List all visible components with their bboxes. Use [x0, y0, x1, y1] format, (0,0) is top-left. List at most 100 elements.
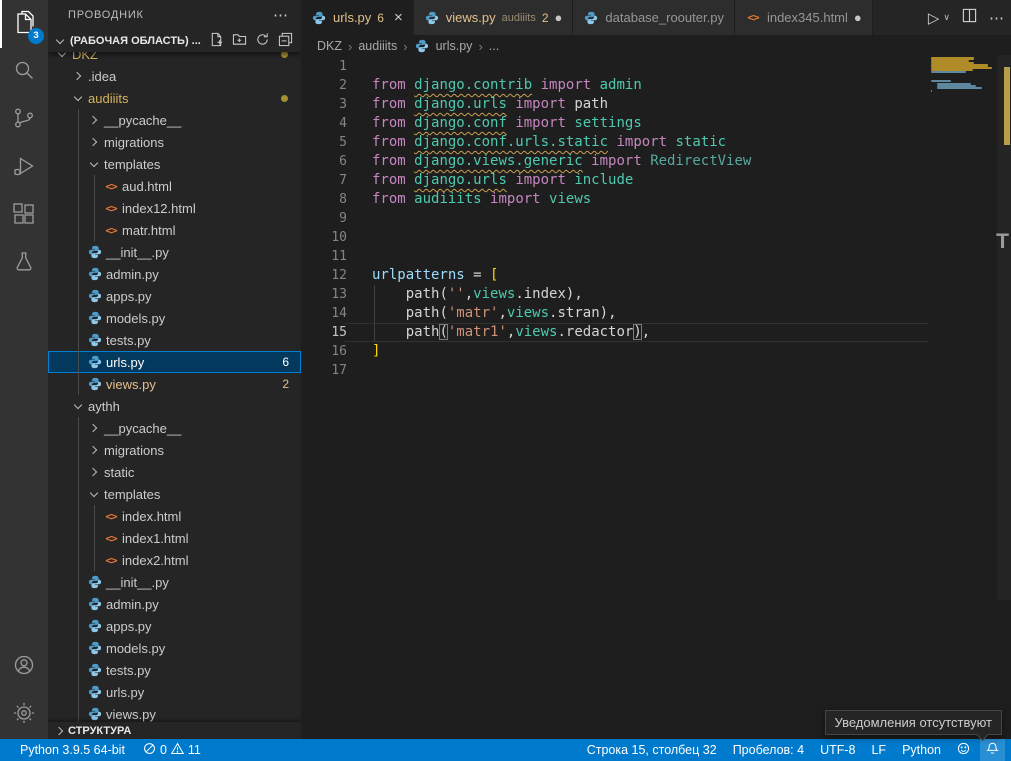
- code-line[interactable]: 7from django.urls import include: [301, 171, 919, 190]
- tree-item-label: views.py: [106, 707, 156, 722]
- explorer-more-actions-icon[interactable]: ⋯: [273, 6, 289, 24]
- tab-label: index345.html: [767, 10, 848, 25]
- tree-item-index2-html[interactable]: <>index2.html: [48, 549, 301, 571]
- code-line[interactable]: 1: [301, 57, 919, 76]
- activity-account[interactable]: [0, 643, 48, 691]
- code-line[interactable]: 11: [301, 247, 919, 266]
- new-folder-icon[interactable]: [232, 32, 247, 50]
- more-actions-icon[interactable]: ⋯: [989, 9, 1005, 27]
- eol-status[interactable]: LF: [865, 739, 892, 761]
- tree-item-pycache[interactable]: __pycache__: [48, 417, 301, 439]
- refresh-icon[interactable]: [255, 32, 270, 50]
- activity-settings[interactable]: [0, 691, 48, 739]
- code-line[interactable]: 16]: [301, 342, 919, 361]
- workspace-section-header[interactable]: (РАБОЧАЯ ОБЛАСТЬ) ...: [48, 30, 301, 52]
- tree-item-models-py[interactable]: models.py: [48, 307, 301, 329]
- code-line[interactable]: 17: [301, 361, 919, 380]
- tree-item-views-py[interactable]: views.py: [48, 703, 301, 722]
- tree-item-index-html[interactable]: <>index.html: [48, 505, 301, 527]
- problems-status[interactable]: 0 11: [137, 739, 207, 761]
- chevron-down-icon: [70, 398, 86, 414]
- tab-urls-py[interactable]: urls.py 6 ×: [301, 0, 414, 35]
- new-file-icon[interactable]: [209, 32, 224, 50]
- tree-item-audiiits[interactable]: audiiits: [48, 87, 301, 109]
- tree-item-admin-py[interactable]: admin.py: [48, 263, 301, 285]
- activity-testing[interactable]: [0, 240, 48, 288]
- tree-item-templates[interactable]: templates: [48, 153, 301, 175]
- activity-source-control[interactable]: [0, 96, 48, 144]
- code-editor[interactable]: 12from django.contrib import admin3from …: [301, 57, 919, 739]
- explorer-badge: 3: [28, 28, 44, 44]
- tree-item-init-py[interactable]: __init__.py: [48, 571, 301, 593]
- code-line[interactable]: 3from django.urls import path: [301, 95, 919, 114]
- code-line[interactable]: 14 path('matr',views.stran),: [301, 304, 919, 323]
- indentation-status[interactable]: Пробелов: 4: [727, 739, 810, 761]
- tree-item-admin-py[interactable]: admin.py: [48, 593, 301, 615]
- run-python-file-icon[interactable]: ▷: [928, 9, 940, 27]
- code-line[interactable]: 6from django.views.generic import Redire…: [301, 152, 919, 171]
- activity-run-debug[interactable]: [0, 144, 48, 192]
- tree-item-aud-html[interactable]: <>aud.html: [48, 175, 301, 197]
- tree-item-static[interactable]: static: [48, 461, 301, 483]
- code-line[interactable]: 4from django.conf import settings: [301, 114, 919, 133]
- tree-item-aythh[interactable]: aythh: [48, 395, 301, 417]
- outline-section-header[interactable]: СТРУКТУРА: [48, 722, 301, 739]
- code-line[interactable]: 2from django.contrib import admin: [301, 76, 919, 95]
- tree-item-label: matr.html: [122, 223, 175, 238]
- tree-item-templates[interactable]: templates: [48, 483, 301, 505]
- code-line[interactable]: 13 path('',views.index),: [301, 285, 919, 304]
- dirty-dot-icon[interactable]: ●: [854, 10, 862, 25]
- language-mode-status[interactable]: Python: [896, 739, 947, 761]
- tree-indent-guide: [94, 505, 95, 571]
- cursor-position-status[interactable]: Строка 15, столбец 32: [581, 739, 723, 761]
- warning-icon: [171, 742, 184, 758]
- tree-item-urls-py[interactable]: urls.py: [48, 681, 301, 703]
- code-line[interactable]: 5from django.conf.urls.static import sta…: [301, 133, 919, 152]
- tree-item-tests-py[interactable]: tests.py: [48, 659, 301, 681]
- code-line[interactable]: 15 path('matr1',views.redactor),: [301, 323, 919, 342]
- tree-item-models-py[interactable]: models.py: [48, 637, 301, 659]
- tree-item-matr-html[interactable]: <>matr.html: [48, 219, 301, 241]
- feedback-status[interactable]: [951, 739, 976, 761]
- activity-search[interactable]: [0, 48, 48, 96]
- tree-item-label: apps.py: [106, 289, 152, 304]
- breadcrumb-item[interactable]: audiiits: [358, 39, 397, 53]
- dirty-dot-icon[interactable]: ●: [555, 10, 563, 25]
- tree-item-index1-html[interactable]: <>index1.html: [48, 527, 301, 549]
- split-editor-icon[interactable]: [962, 8, 977, 28]
- tree-item-tests-py[interactable]: tests.py: [48, 329, 301, 351]
- code-line[interactable]: 10: [301, 228, 919, 247]
- close-icon[interactable]: ×: [394, 9, 403, 26]
- tree-item-urls-py[interactable]: urls.py6: [48, 351, 301, 373]
- minimap[interactable]: [929, 55, 997, 125]
- tree-item-label: tests.py: [106, 663, 151, 678]
- run-dropdown-icon[interactable]: ∨: [943, 12, 950, 23]
- tab-database-roouter-py[interactable]: database_roouter.py: [573, 0, 735, 35]
- breadcrumb-item[interactable]: ...: [489, 39, 499, 53]
- tree-item-pycache[interactable]: __pycache__: [48, 109, 301, 131]
- editor-scrollbar[interactable]: [997, 35, 1011, 739]
- activity-explorer[interactable]: 3: [0, 0, 48, 48]
- collapse-all-icon[interactable]: [278, 32, 293, 50]
- tree-item-idea[interactable]: .idea: [48, 65, 301, 87]
- tree-item-dkz[interactable]: DKZ: [48, 52, 301, 65]
- tree-item-init-py[interactable]: __init__.py: [48, 241, 301, 263]
- tree-item-migrations[interactable]: migrations: [48, 131, 301, 153]
- tree-item-apps-py[interactable]: apps.py: [48, 615, 301, 637]
- activity-extensions[interactable]: [0, 192, 48, 240]
- breadcrumb-item[interactable]: DKZ: [317, 39, 342, 53]
- encoding-status[interactable]: UTF-8: [814, 739, 861, 761]
- tree-item-label: migrations: [104, 443, 164, 458]
- notifications-bell[interactable]: [980, 739, 1005, 761]
- code-line[interactable]: 12urlpatterns = [: [301, 266, 919, 285]
- code-line[interactable]: 8from audiiits import views: [301, 190, 919, 209]
- breadcrumb-item[interactable]: urls.py: [436, 39, 473, 53]
- tab-index345-html[interactable]: <> index345.html ●: [735, 0, 873, 35]
- tree-item-views-py[interactable]: views.py2: [48, 373, 301, 395]
- code-line[interactable]: 9: [301, 209, 919, 228]
- python-interpreter-status[interactable]: Python 3.9.5 64-bit: [14, 739, 131, 761]
- tree-item-apps-py[interactable]: apps.py: [48, 285, 301, 307]
- tab-views-py[interactable]: views.py audiiits 2 ●: [414, 0, 574, 35]
- tree-item-migrations[interactable]: migrations: [48, 439, 301, 461]
- tree-item-index12-html[interactable]: <>index12.html: [48, 197, 301, 219]
